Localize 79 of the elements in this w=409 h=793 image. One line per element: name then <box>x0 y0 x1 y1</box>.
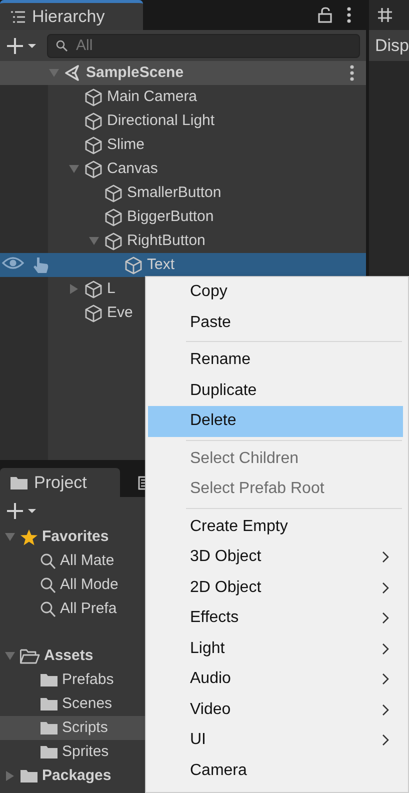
list-icon <box>10 10 26 22</box>
project-tab[interactable]: Project <box>0 468 120 497</box>
folder-icon <box>40 721 58 735</box>
tree-label: Assets <box>44 646 94 666</box>
cube-icon <box>84 88 103 106</box>
expanded-arrow-icon[interactable] <box>89 237 99 245</box>
tree-label: SmallerButton <box>127 182 222 203</box>
hand-icon <box>32 256 50 274</box>
menu-item[interactable]: Camera <box>148 756 403 786</box>
menu-item[interactable]: UI <box>148 725 403 756</box>
expanded-arrow-icon[interactable] <box>5 652 15 660</box>
menu-item[interactable]: Paste <box>148 308 403 338</box>
menu-item[interactable]: Create Empty <box>148 512 403 542</box>
cube-icon <box>84 304 103 322</box>
tree-label: Sprites <box>62 742 109 762</box>
menu-item[interactable]: Delete <box>148 406 403 436</box>
cube-icon <box>84 136 103 154</box>
menu-item[interactable]: 3D Object <box>148 542 403 572</box>
search-icon <box>40 600 56 618</box>
scene-row[interactable]: SampleScene <box>0 61 366 85</box>
add-dropdown-icon[interactable] <box>6 36 37 54</box>
tree-label: L <box>107 278 116 299</box>
menu-item[interactable]: Light <box>148 634 403 664</box>
menu-item[interactable]: Video <box>148 694 403 725</box>
menu-item[interactable]: 2D Object <box>148 572 403 603</box>
folder-icon <box>40 745 58 759</box>
tree-label: SampleScene <box>86 62 184 83</box>
tree-label: Favorites <box>42 526 109 547</box>
display-label: Disp <box>374 34 409 57</box>
menu-item[interactable]: Duplicate <box>148 376 403 406</box>
cube-icon <box>104 184 123 202</box>
tree-label: Directional Light <box>107 110 215 131</box>
search-field[interactable]: All <box>47 34 360 58</box>
menu-item[interactable]: Copy <box>148 277 403 308</box>
star-icon <box>20 528 38 546</box>
tree-label: Text <box>147 254 175 275</box>
more-icon[interactable] <box>346 7 351 23</box>
expanded-arrow-icon[interactable] <box>69 165 79 173</box>
folder-icon <box>40 673 58 687</box>
search-icon <box>40 552 56 570</box>
lock-icon[interactable] <box>318 7 332 23</box>
folder-icon <box>40 697 58 711</box>
menu-item[interactable]: Effects <box>148 603 403 634</box>
cube-icon <box>84 160 103 178</box>
cube-icon <box>84 280 103 298</box>
menu-item[interactable]: Rename <box>148 345 403 376</box>
tree-label: Prefabs <box>62 670 114 690</box>
cube-icon <box>104 208 123 226</box>
add-dropdown-icon[interactable] <box>6 502 37 520</box>
tree-label: Canvas <box>107 158 158 179</box>
selected-row[interactable]: Text <box>0 253 366 277</box>
menu-item[interactable]: Audio <box>148 664 403 694</box>
tree-label: Scripts <box>62 718 108 738</box>
expanded-arrow-icon[interactable] <box>5 533 15 541</box>
cube-icon <box>124 256 143 274</box>
tree-label: All Mode <box>60 574 118 595</box>
folder-icon <box>10 476 28 490</box>
grid-icon[interactable] <box>376 7 393 23</box>
tree-label: All Prefa <box>60 598 117 619</box>
tree-label: Main Camera <box>107 86 198 107</box>
search-icon <box>40 576 56 594</box>
eye-icon <box>2 256 24 270</box>
expanded-arrow-icon[interactable] <box>49 69 59 77</box>
folder-icon <box>20 769 38 783</box>
scene-icon <box>64 64 82 82</box>
tree-label: RightButton <box>127 230 206 251</box>
tree-label: Slime <box>107 134 145 155</box>
tree-label: Scenes <box>62 694 112 714</box>
tree-label: Packages <box>42 766 112 786</box>
cube-icon <box>104 232 123 250</box>
cube-icon <box>84 112 103 130</box>
tree-label: BiggerButton <box>127 206 214 227</box>
hierarchy-tab[interactable]: Hierarchy <box>0 0 143 30</box>
collapsed-arrow-icon[interactable] <box>70 284 78 294</box>
open-folder-icon <box>20 648 40 664</box>
tree-label: Eve <box>107 302 133 323</box>
collapsed-arrow-icon[interactable] <box>6 771 14 781</box>
more-icon[interactable] <box>350 64 354 81</box>
tree-label: All Mate <box>60 550 114 571</box>
